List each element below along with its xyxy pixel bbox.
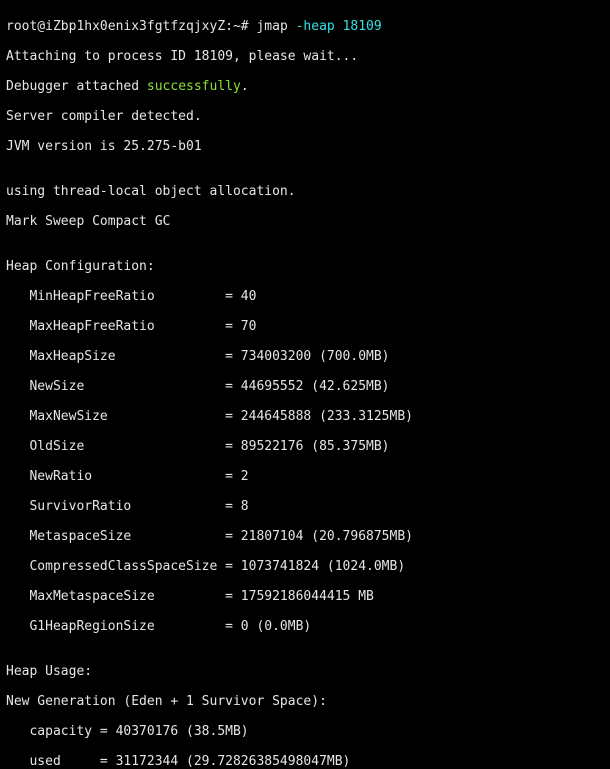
hc-max-metaspace-size: MaxMetaspaceSize = 17592186044415 MB bbox=[6, 589, 604, 604]
cmd: jmap bbox=[256, 19, 287, 34]
hc-new-ratio: NewRatio = 2 bbox=[6, 469, 604, 484]
hc-new-size: NewSize = 44695552 (42.625MB) bbox=[6, 379, 604, 394]
newgen-title: New Generation (Eden + 1 Survivor Space)… bbox=[6, 694, 604, 709]
debugger-status: successfully bbox=[147, 79, 241, 94]
prompt-user-host: root@iZbp1hx0enix3fgtfzqjxyZ bbox=[6, 19, 225, 34]
hc-metaspace-size: MetaspaceSize = 21807104 (20.796875MB) bbox=[6, 529, 604, 544]
debugger-line: Debugger attached successfully. bbox=[6, 79, 604, 94]
debugger-prefix: Debugger attached bbox=[6, 79, 147, 94]
hc-max-heap-free-ratio: MaxHeapFreeRatio = 70 bbox=[6, 319, 604, 334]
newgen-used: used = 31172344 (29.72826385498047MB) bbox=[6, 754, 604, 769]
alloc-line: using thread-local object allocation. bbox=[6, 184, 604, 199]
hc-max-heap-size: MaxHeapSize = 734003200 (700.0MB) bbox=[6, 349, 604, 364]
prompt-line: root@iZbp1hx0enix3fgtfzqjxyZ:~# jmap -he… bbox=[6, 19, 604, 34]
hc-compressed-class-space-size: CompressedClassSpaceSize = 1073741824 (1… bbox=[6, 559, 604, 574]
hc-min-heap-free-ratio: MinHeapFreeRatio = 40 bbox=[6, 289, 604, 304]
heap-config-header: Heap Configuration: bbox=[6, 259, 604, 274]
newgen-capacity: capacity = 40370176 (38.5MB) bbox=[6, 724, 604, 739]
debugger-suffix: . bbox=[241, 79, 249, 94]
server-line: Server compiler detected. bbox=[6, 109, 604, 124]
terminal[interactable]: root@iZbp1hx0enix3fgtfzqjxyZ:~# jmap -he… bbox=[0, 0, 610, 769]
heap-usage-header: Heap Usage: bbox=[6, 664, 604, 679]
hc-survivor-ratio: SurvivorRatio = 8 bbox=[6, 499, 604, 514]
gc-line: Mark Sweep Compact GC bbox=[6, 214, 604, 229]
hc-old-size: OldSize = 89522176 (85.375MB) bbox=[6, 439, 604, 454]
prompt-cwd: :~# bbox=[225, 19, 248, 34]
hc-g1-heap-region-size: G1HeapRegionSize = 0 (0.0MB) bbox=[6, 619, 604, 634]
jvm-version-line: JVM version is 25.275-b01 bbox=[6, 139, 604, 154]
cmd-flag: -heap bbox=[296, 19, 335, 34]
hc-max-new-size: MaxNewSize = 244645888 (233.3125MB) bbox=[6, 409, 604, 424]
cmd-pid: 18109 bbox=[343, 19, 382, 34]
attach-line: Attaching to process ID 18109, please wa… bbox=[6, 49, 604, 64]
